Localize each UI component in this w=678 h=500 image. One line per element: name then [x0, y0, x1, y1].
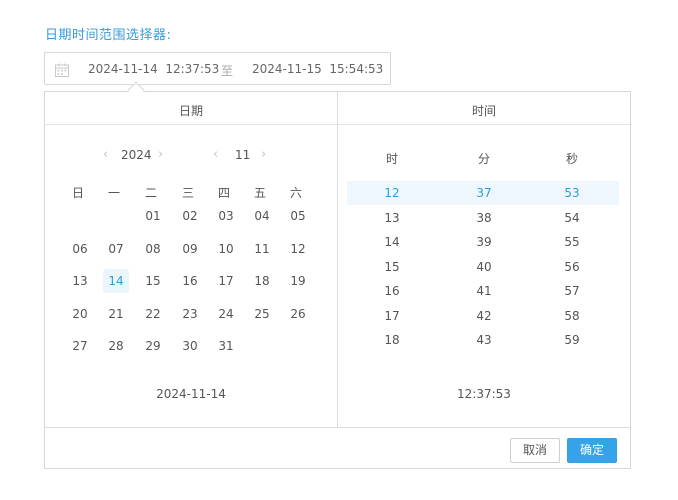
day-cell[interactable]: 22 [140, 302, 166, 326]
weekday-label: 日 [71, 186, 84, 200]
range-end-value[interactable]: 2024-11-15 15:54:53 [252, 62, 383, 76]
prev-year-chevron-icon[interactable]: ‹ [103, 147, 108, 162]
hour-option[interactable]: 17 [372, 304, 412, 328]
second-option[interactable]: 53 [552, 181, 592, 205]
day-cell[interactable]: 11 [249, 237, 275, 261]
date-column-header: 日期 [178, 104, 203, 118]
range-start-value[interactable]: 2024-11-14 12:37:53 [88, 62, 219, 76]
time-unit-header: 秒 [565, 152, 578, 166]
weekday-label: 六 [289, 186, 302, 200]
page-title: 日期时间范围选择器: [45, 28, 172, 43]
day-cell[interactable]: 04 [249, 204, 275, 228]
second-option[interactable]: 56 [552, 255, 592, 279]
hour-option[interactable]: 16 [372, 279, 412, 303]
hour-option[interactable]: 15 [372, 255, 412, 279]
weekday-label: 四 [217, 186, 230, 200]
column-divider [337, 92, 338, 427]
day-cell[interactable]: 03 [213, 204, 239, 228]
day-cell[interactable]: 13 [67, 269, 93, 293]
confirm-button[interactable]: 确定 [567, 438, 617, 463]
month-value[interactable]: 11 [235, 148, 250, 162]
hour-option[interactable]: 12 [372, 181, 412, 205]
day-cell[interactable]: 24 [213, 302, 239, 326]
cancel-button[interactable]: 取消 [510, 438, 560, 463]
time-unit-header: 时 [385, 152, 398, 166]
day-cell[interactable]: 26 [285, 302, 311, 326]
minute-option[interactable]: 43 [464, 328, 504, 352]
day-cell[interactable]: 07 [103, 237, 129, 261]
weekday-label: 五 [253, 186, 266, 200]
second-option[interactable]: 57 [552, 279, 592, 303]
footer-divider [45, 427, 630, 428]
hour-option[interactable]: 13 [372, 206, 412, 230]
day-cell[interactable]: 30 [177, 334, 203, 358]
day-cell[interactable]: 05 [285, 204, 311, 228]
minute-option[interactable]: 39 [464, 230, 504, 254]
year-value[interactable]: 2024 [121, 148, 152, 162]
day-cell[interactable]: 01 [140, 204, 166, 228]
day-cell[interactable]: 08 [140, 237, 166, 261]
date-range-input[interactable]: 2024-11-14 12:37:53 至 2024-11-15 15:54:5… [44, 52, 391, 85]
time-unit-header: 分 [477, 152, 490, 166]
weekday-label: 一 [107, 186, 120, 200]
selected-time-readout: 12:37:53 [457, 387, 511, 401]
second-option[interactable]: 58 [552, 304, 592, 328]
picker-panel: 日期 时间 ‹ 2024 › ‹ 11 › 日一二三四五六 01 02 03 04 05… [44, 91, 631, 469]
range-separator: 至 [221, 64, 234, 78]
day-cell[interactable]: 17 [213, 269, 239, 293]
day-cell[interactable]: 28 [103, 334, 129, 358]
minute-option[interactable]: 42 [464, 304, 504, 328]
minute-option[interactable]: 37 [464, 181, 504, 205]
day-cell[interactable]: 18 [249, 269, 275, 293]
selected-date-readout: 2024-11-14 [156, 387, 226, 401]
next-month-chevron-icon[interactable]: › [261, 147, 266, 162]
second-option[interactable]: 55 [552, 230, 592, 254]
day-cell[interactable]: 25 [249, 302, 275, 326]
minute-option[interactable]: 38 [464, 206, 504, 230]
day-cell[interactable]: 09 [177, 237, 203, 261]
weekday-label: 三 [181, 186, 194, 200]
second-option[interactable]: 59 [552, 328, 592, 352]
minute-option[interactable]: 41 [464, 279, 504, 303]
weekday-row: 日一二三四五六 [61, 184, 331, 202]
next-year-chevron-icon[interactable]: › [158, 147, 163, 162]
hour-option[interactable]: 14 [372, 230, 412, 254]
day-cell[interactable]: 10 [213, 237, 239, 261]
day-cell[interactable]: 02 [177, 204, 203, 228]
day-cell[interactable]: 23 [177, 302, 203, 326]
day-cell[interactable]: 15 [140, 269, 166, 293]
day-cell[interactable]: 31 [213, 334, 239, 358]
hour-option[interactable]: 18 [372, 328, 412, 352]
weekday-label: 二 [144, 186, 157, 200]
time-column-header: 时间 [471, 104, 496, 118]
day-cell[interactable]: 19 [285, 269, 311, 293]
minute-option[interactable]: 40 [464, 255, 504, 279]
day-cell[interactable]: 20 [67, 302, 93, 326]
day-cell[interactable]: 12 [285, 237, 311, 261]
day-cell[interactable]: 29 [140, 334, 166, 358]
day-cell[interactable]: 21 [103, 302, 129, 326]
day-cell[interactable]: 06 [67, 237, 93, 261]
calendar-icon [55, 62, 69, 77]
prev-month-chevron-icon[interactable]: ‹ [213, 147, 218, 162]
day-cell-selected[interactable]: 14 [103, 269, 129, 293]
second-option[interactable]: 54 [552, 206, 592, 230]
day-cell[interactable]: 27 [67, 334, 93, 358]
day-cell[interactable]: 16 [177, 269, 203, 293]
